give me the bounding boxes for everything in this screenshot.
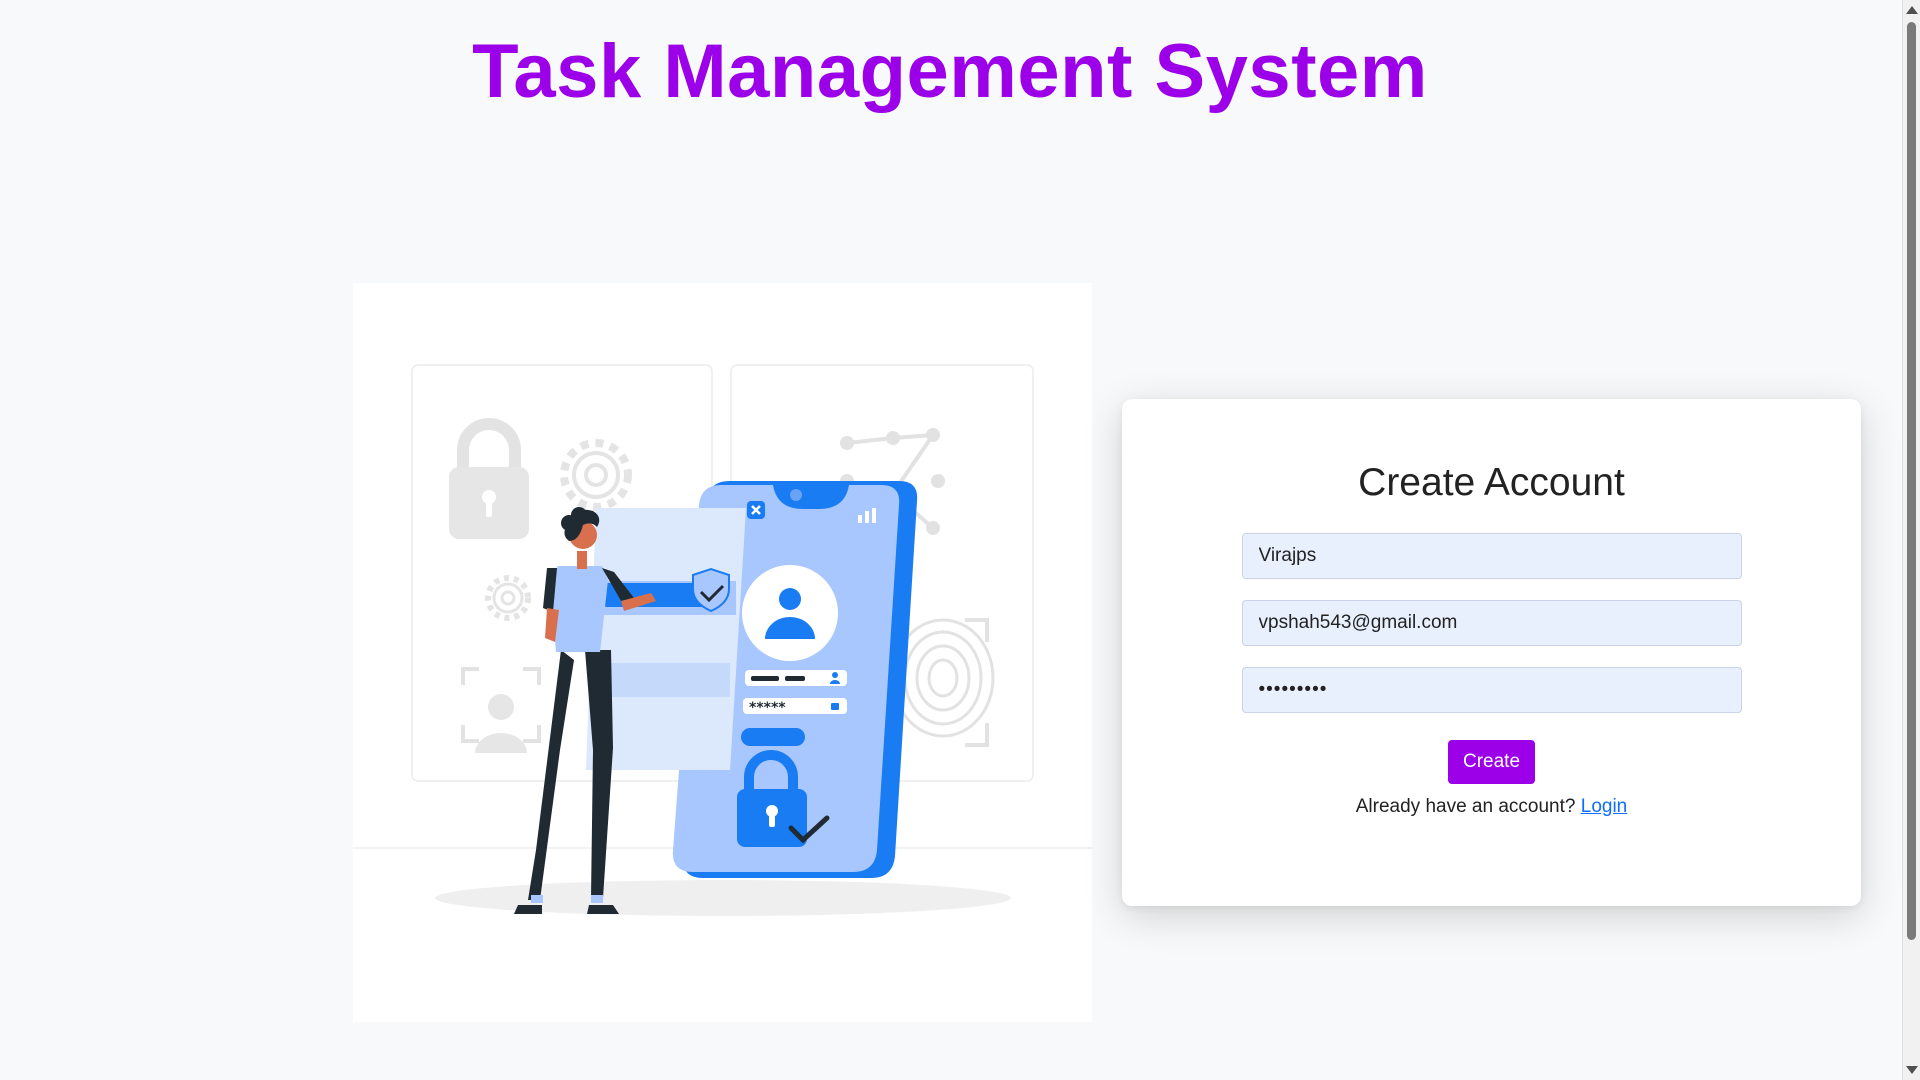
create-account-card: Create Account Create Already have an ac… <box>1122 399 1861 906</box>
scroll-up-arrow-icon[interactable] <box>1906 6 1918 14</box>
login-prompt-row: Already have an account? Login <box>1356 796 1628 818</box>
form-title: Create Account <box>1358 461 1625 504</box>
security-illustration: ***** <box>353 283 1092 1022</box>
username-input[interactable] <box>1241 533 1742 579</box>
password-mask-text: ***** <box>749 700 786 716</box>
email-input[interactable] <box>1241 600 1742 646</box>
page-title: Task Management System <box>472 29 1428 114</box>
page-scrollbar[interactable] <box>1902 0 1920 1080</box>
scrollbar-thumb[interactable] <box>1907 22 1916 940</box>
create-button[interactable]: Create <box>1447 740 1536 784</box>
login-prompt-text: Already have an account? <box>1355 796 1576 817</box>
scroll-down-arrow-icon[interactable] <box>1906 1066 1918 1074</box>
login-link[interactable]: Login <box>1581 796 1628 817</box>
close-icon <box>747 501 765 519</box>
password-input[interactable] <box>1241 667 1742 713</box>
